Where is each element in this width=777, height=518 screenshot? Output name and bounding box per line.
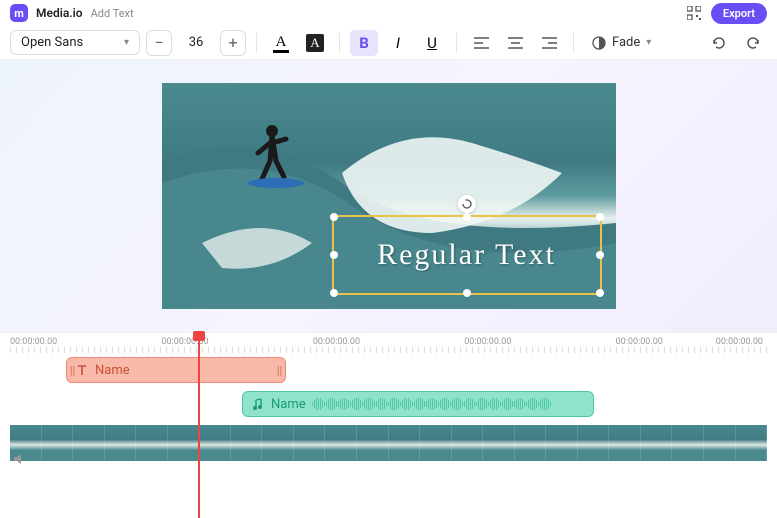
frame-thumb[interactable]	[452, 425, 484, 461]
font-size-increase-button[interactable]: +	[220, 30, 246, 56]
frame-thumb[interactable]	[42, 425, 74, 461]
text-icon	[75, 363, 89, 377]
canvas-area[interactable]: Regular Text	[0, 60, 777, 332]
audio-waveform	[312, 397, 585, 411]
resize-handle-tl[interactable]	[330, 213, 338, 221]
frame-thumb[interactable]	[294, 425, 326, 461]
frame-thumb[interactable]	[199, 425, 231, 461]
frame-thumb[interactable]	[609, 425, 641, 461]
frame-thumb[interactable]	[515, 425, 547, 461]
align-center-button[interactable]	[501, 30, 529, 56]
redo-button[interactable]	[739, 30, 767, 56]
audio-clip-label: Name	[271, 397, 306, 412]
mute-button[interactable]	[12, 451, 26, 470]
app-header: m Media.io Add Text Export	[0, 0, 777, 26]
export-button[interactable]: Export	[711, 3, 767, 24]
fade-icon	[592, 36, 606, 50]
text-color-button[interactable]: A	[267, 30, 295, 56]
text-overlay-box[interactable]: Regular Text	[332, 215, 602, 295]
resize-handle-bl[interactable]	[330, 289, 338, 297]
resize-handle-mr[interactable]	[596, 251, 604, 259]
frame-thumb[interactable]	[325, 425, 357, 461]
resize-handle-mb[interactable]	[463, 289, 471, 297]
font-size-value[interactable]: 36	[178, 35, 214, 50]
resize-handle-mt[interactable]	[463, 213, 471, 221]
chevron-down-icon: ▾	[124, 37, 129, 48]
overlay-text[interactable]: Regular Text	[377, 238, 556, 272]
align-right-button[interactable]	[535, 30, 563, 56]
resize-handle-tr[interactable]	[596, 213, 604, 221]
frame-thumb[interactable]	[357, 425, 389, 461]
bold-button[interactable]: B	[350, 30, 378, 56]
qr-icon[interactable]	[687, 6, 701, 20]
text-bg-color-button[interactable]: A	[301, 30, 329, 56]
resize-handle-ml[interactable]	[330, 251, 338, 259]
frame-thumb[interactable]	[420, 425, 452, 461]
frame-thumb[interactable]	[672, 425, 704, 461]
clip-trim-left[interactable]: ||	[70, 358, 75, 382]
frame-thumb[interactable]	[578, 425, 610, 461]
frame-thumb[interactable]	[105, 425, 137, 461]
timeline[interactable]: 00:00:00.00 00:00:00.00 00:00:00.00 00:0…	[0, 332, 777, 518]
undo-button[interactable]	[705, 30, 733, 56]
video-preview[interactable]: Regular Text	[162, 83, 616, 309]
frame-thumb[interactable]	[736, 425, 768, 461]
frame-thumb[interactable]	[262, 425, 294, 461]
rotate-handle[interactable]	[458, 195, 476, 213]
frame-thumb[interactable]	[546, 425, 578, 461]
frame-thumb[interactable]	[389, 425, 421, 461]
music-icon	[251, 397, 265, 411]
page-subtitle: Add Text	[91, 7, 134, 20]
text-clip-label: Name	[95, 363, 130, 378]
app-name: Media.io	[36, 6, 83, 20]
frame-thumb[interactable]	[483, 425, 515, 461]
app-logo: m	[10, 4, 28, 22]
frame-thumb[interactable]	[704, 425, 736, 461]
video-frame-lane[interactable]	[10, 425, 767, 461]
fade-select[interactable]: Fade ▾	[584, 31, 659, 54]
surfer-figure	[252, 131, 276, 195]
resize-handle-br[interactable]	[596, 289, 604, 297]
ruler-tick: 00:00:00.00	[716, 333, 763, 347]
time-ruler[interactable]: 00:00:00.00 00:00:00.00 00:00:00.00 00:0…	[0, 333, 777, 353]
text-toolbar: Open Sans ▾ − 36 + A A B I U Fade ▾	[0, 26, 777, 60]
font-size-decrease-button[interactable]: −	[146, 30, 172, 56]
frame-thumb[interactable]	[73, 425, 105, 461]
text-clip[interactable]: || Name ||	[66, 357, 286, 383]
chevron-down-icon: ▾	[646, 37, 651, 48]
frame-thumb[interactable]	[641, 425, 673, 461]
frame-thumb[interactable]	[168, 425, 200, 461]
frame-thumb[interactable]	[136, 425, 168, 461]
playhead[interactable]	[198, 333, 200, 518]
underline-button[interactable]: U	[418, 30, 446, 56]
audio-clip[interactable]: Name	[242, 391, 594, 417]
italic-button[interactable]: I	[384, 30, 412, 56]
clip-trim-right[interactable]: ||	[277, 358, 282, 382]
frame-thumb[interactable]	[231, 425, 263, 461]
align-left-button[interactable]	[467, 30, 495, 56]
font-family-select[interactable]: Open Sans ▾	[10, 30, 140, 55]
